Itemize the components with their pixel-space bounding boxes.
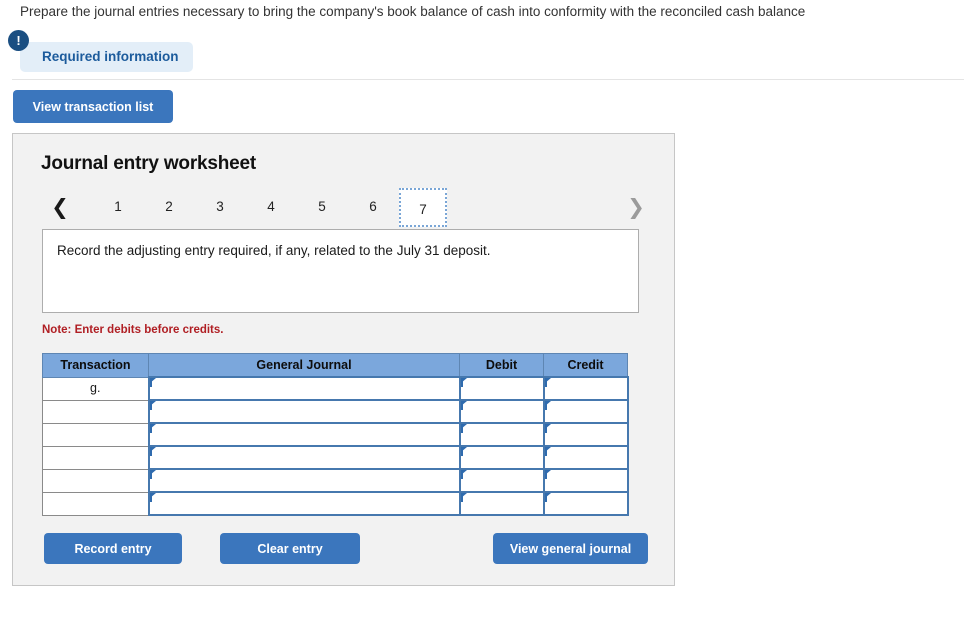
header-divider — [12, 79, 964, 80]
cell-marker-icon — [149, 447, 157, 456]
debit-cell-row-1[interactable] — [458, 376, 545, 401]
general-journal-cell-row-1[interactable] — [147, 376, 461, 401]
general-journal-input-row-1[interactable] — [149, 378, 459, 399]
required-information-banner: ! Required information — [8, 30, 193, 72]
transaction-label-row-4 — [42, 445, 149, 470]
debits-before-credits-note: Note: Enter debits before credits. — [42, 324, 224, 336]
journal-entry-worksheet-panel: Journal entry worksheet ❮ ❯ 1 2 3 4 5 6 … — [12, 133, 675, 586]
exclamation-icon: ! — [8, 30, 29, 51]
debit-input-row-6[interactable] — [460, 493, 543, 514]
cell-marker-icon — [544, 401, 552, 410]
table-row — [42, 422, 629, 447]
transaction-label-row-5 — [42, 468, 149, 493]
worksheet-pagination: ❮ ❯ 1 2 3 4 5 6 7 — [39, 188, 651, 228]
debit-input-row-1[interactable] — [460, 378, 543, 399]
credit-input-row-3[interactable] — [544, 424, 627, 445]
general-journal-cell-row-2[interactable] — [147, 399, 461, 424]
column-header-credit: Credit — [543, 353, 628, 378]
table-row: g. — [42, 376, 629, 401]
page-title: Journal entry worksheet — [41, 153, 257, 174]
table-row — [42, 445, 629, 470]
chevron-left-icon[interactable]: ❮ — [47, 192, 73, 222]
cell-marker-icon — [460, 493, 468, 502]
table-row — [42, 491, 629, 516]
credit-cell-row-5[interactable] — [542, 468, 629, 493]
transaction-label-row-2 — [42, 399, 149, 424]
view-general-journal-button[interactable]: View general journal — [493, 533, 648, 564]
pagination-page-5[interactable]: 5 — [299, 194, 345, 220]
column-header-debit: Debit — [459, 353, 544, 378]
general-journal-cell-row-6[interactable] — [147, 491, 461, 516]
debit-input-row-5[interactable] — [460, 470, 543, 491]
debit-cell-row-6[interactable] — [458, 491, 545, 516]
pagination-page-6[interactable]: 6 — [350, 194, 396, 220]
required-information-label: Required information — [20, 42, 193, 72]
transaction-label-row-6 — [42, 491, 149, 516]
top-instruction-strip: Prepare the journal entries necessary to… — [0, 0, 976, 34]
instruction-box: Record the adjusting entry required, if … — [42, 229, 639, 313]
cell-marker-icon — [460, 378, 468, 387]
general-journal-input-row-6[interactable] — [149, 493, 459, 514]
general-journal-input-row-3[interactable] — [149, 424, 459, 445]
table-header-row: Transaction General Journal Debit Credit — [42, 353, 628, 378]
general-journal-cell-row-4[interactable] — [147, 445, 461, 470]
transaction-label-row-3 — [42, 422, 149, 447]
cell-marker-icon — [460, 424, 468, 433]
top-instruction-text: Prepare the journal entries necessary to… — [20, 4, 806, 19]
credit-cell-row-4[interactable] — [542, 445, 629, 470]
cell-marker-icon — [544, 470, 552, 479]
cell-marker-icon — [544, 424, 552, 433]
chevron-right-icon[interactable]: ❯ — [623, 192, 649, 222]
credit-cell-row-2[interactable] — [542, 399, 629, 424]
cell-marker-icon — [460, 401, 468, 410]
pagination-page-2[interactable]: 2 — [146, 194, 192, 220]
general-journal-input-row-5[interactable] — [149, 470, 459, 491]
debit-input-row-3[interactable] — [460, 424, 543, 445]
view-transaction-list-button[interactable]: View transaction list — [13, 90, 173, 123]
pagination-page-4[interactable]: 4 — [248, 194, 294, 220]
table-row — [42, 399, 629, 424]
debit-cell-row-3[interactable] — [458, 422, 545, 447]
credit-cell-row-3[interactable] — [542, 422, 629, 447]
cell-marker-icon — [460, 447, 468, 456]
table-row — [42, 468, 629, 493]
credit-input-row-2[interactable] — [544, 401, 627, 422]
credit-input-row-4[interactable] — [544, 447, 627, 468]
general-journal-input-row-2[interactable] — [149, 401, 459, 422]
cell-marker-icon — [544, 493, 552, 502]
general-journal-cell-row-5[interactable] — [147, 468, 461, 493]
transaction-label-row-1: g. — [42, 376, 149, 401]
cell-marker-icon — [544, 378, 552, 387]
credit-input-row-1[interactable] — [544, 378, 627, 399]
cell-marker-icon — [149, 378, 157, 387]
credit-cell-row-6[interactable] — [542, 491, 629, 516]
debit-cell-row-4[interactable] — [458, 445, 545, 470]
pagination-page-7[interactable]: 7 — [399, 188, 447, 227]
record-entry-button[interactable]: Record entry — [44, 533, 182, 564]
pagination-page-3[interactable]: 3 — [197, 194, 243, 220]
credit-cell-row-1[interactable] — [542, 376, 629, 401]
credit-input-row-6[interactable] — [544, 493, 627, 514]
debit-input-row-2[interactable] — [460, 401, 543, 422]
cell-marker-icon — [149, 401, 157, 410]
cell-marker-icon — [149, 493, 157, 502]
cell-marker-icon — [149, 424, 157, 433]
clear-entry-button[interactable]: Clear entry — [220, 533, 360, 564]
column-header-general-journal: General Journal — [148, 353, 460, 378]
debit-input-row-4[interactable] — [460, 447, 543, 468]
instruction-text: Record the adjusting entry required, if … — [57, 243, 491, 258]
credit-input-row-5[interactable] — [544, 470, 627, 491]
cell-marker-icon — [544, 447, 552, 456]
debit-cell-row-2[interactable] — [458, 399, 545, 424]
pagination-page-1[interactable]: 1 — [95, 194, 141, 220]
general-journal-input-row-4[interactable] — [149, 447, 459, 468]
column-header-transaction: Transaction — [42, 353, 149, 378]
journal-entry-table: Transaction General Journal Debit Credit… — [42, 353, 629, 516]
debit-cell-row-5[interactable] — [458, 468, 545, 493]
cell-marker-icon — [460, 470, 468, 479]
cell-marker-icon — [149, 470, 157, 479]
general-journal-cell-row-3[interactable] — [147, 422, 461, 447]
